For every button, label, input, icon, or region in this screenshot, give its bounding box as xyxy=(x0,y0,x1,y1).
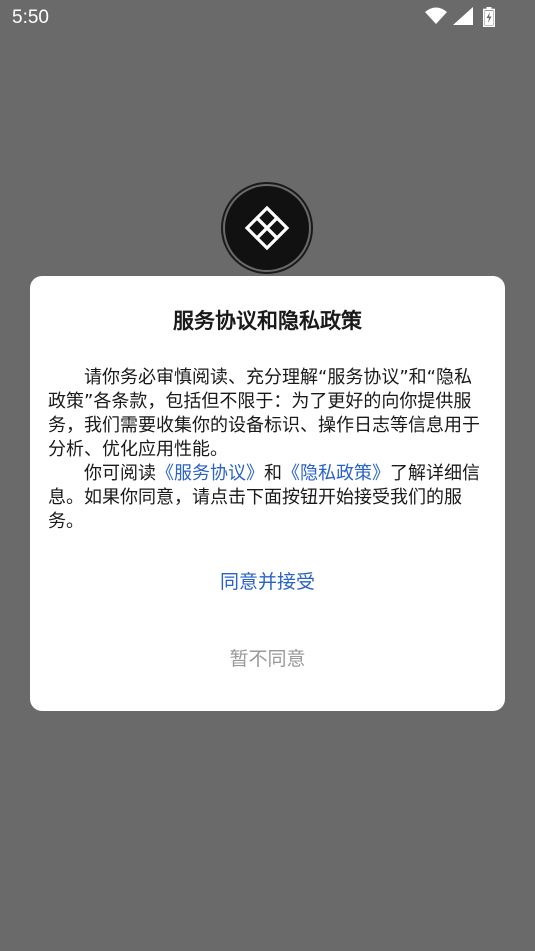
service-agreement-link[interactable]: 《服务协议》 xyxy=(156,463,264,484)
accept-button[interactable]: 同意并接受 xyxy=(30,566,505,600)
diamond-logo-icon xyxy=(221,182,313,274)
decline-button[interactable]: 暂不同意 xyxy=(30,643,505,677)
status-bar: 5:50 xyxy=(0,0,535,36)
dialog-body: 请你务必审慎阅读、充分理解“服务协议”和“隐私政策”各条款，包括但不限于：为了更… xyxy=(48,366,488,534)
battery-charging-icon xyxy=(483,7,495,27)
dialog-title: 服务协议和隐私政策 xyxy=(173,309,362,333)
paragraph-prefix: 你可阅读 xyxy=(84,463,156,484)
privacy-notice-paragraph: 请你务必审慎阅读、充分理解“服务协议”和“隐私政策”各条款，包括但不限于：为了更… xyxy=(48,367,480,460)
paragraph-conjunction: 和 xyxy=(264,463,282,484)
privacy-dialog: 服务协议和隐私政策 请你务必审慎阅读、充分理解“服务协议”和“隐私政策”各条款，… xyxy=(30,276,505,711)
status-time: 5:50 xyxy=(12,7,49,28)
cellular-signal-icon xyxy=(453,7,473,25)
wifi-icon xyxy=(425,7,447,24)
read-agreements-paragraph: 你可阅读《服务协议》和《隐私政策》了解详细信息。如果你同意，请点击下面按钮开始接… xyxy=(48,462,488,534)
privacy-policy-link[interactable]: 《隐私政策》 xyxy=(282,463,390,484)
